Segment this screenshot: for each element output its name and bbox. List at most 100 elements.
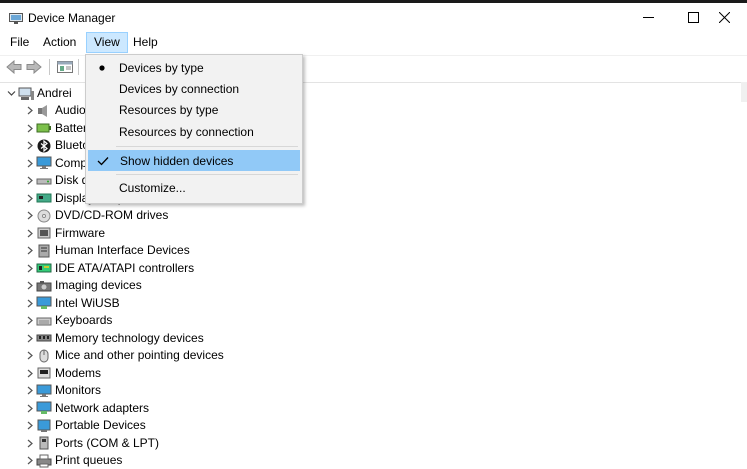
menu-item-label: Resources by connection [119, 125, 254, 139]
tree-category-row[interactable]: Imaging devices [23, 277, 142, 294]
tree-category-row[interactable]: Firmware [23, 225, 105, 242]
menu-action[interactable]: Action [36, 33, 83, 52]
checkmark-icon [96, 153, 110, 169]
tree-category-label: DVD/CD-ROM drives [55, 208, 169, 222]
tree-category-label: Ports (COM & LPT) [55, 435, 160, 450]
hid-icon [36, 244, 52, 258]
expand-chevron-icon[interactable] [23, 277, 35, 294]
expand-chevron-icon[interactable] [23, 102, 35, 119]
close-button[interactable] [701, 3, 747, 31]
tree-category-row[interactable]: Modems [23, 365, 101, 382]
minimize-button[interactable] [625, 3, 671, 31]
tree-category-label: Print queues [55, 453, 123, 467]
menu-help[interactable]: Help [126, 33, 165, 52]
tree-category-row[interactable]: Ports (COM & LPT) [23, 435, 159, 452]
ide-icon [36, 261, 52, 275]
menu-item-show-hidden-devices[interactable]: Show hidden devices [88, 150, 300, 171]
maximize-icon [687, 11, 699, 23]
menu-item-resources-by-type[interactable]: Resources by type [88, 100, 300, 121]
tree-category-row[interactable]: Network adapters [23, 400, 149, 417]
tree-category-label: Memory technology devices [55, 330, 204, 345]
bluetooth-icon [36, 139, 52, 153]
bullet-icon [95, 60, 109, 76]
menu-item-devices-by-connection[interactable]: Devices by connection [88, 79, 300, 100]
expand-chevron-icon[interactable] [23, 417, 35, 434]
root-label: Andrei [37, 86, 72, 100]
camera-icon [36, 279, 52, 293]
menu-item-label: Devices by connection [119, 82, 240, 96]
expand-chevron-icon[interactable] [23, 172, 35, 189]
tree-category-label: Human Interface Devices [55, 243, 190, 257]
tree-category-label: Portable Devices [55, 418, 146, 432]
toolbar-separator [78, 59, 79, 75]
expand-chevron-icon[interactable] [23, 330, 35, 347]
network-icon [36, 296, 52, 310]
tree-category-row[interactable]: Human Interface Devices [23, 242, 190, 259]
tree-category-label: Monitors [55, 383, 102, 397]
menu-item-customize[interactable]: Customize... [88, 178, 300, 199]
toolbar-separator [49, 59, 50, 75]
close-icon [718, 11, 730, 23]
menu-separator [116, 146, 298, 147]
battery-icon [36, 121, 52, 135]
tree-category-row[interactable]: Monitors [23, 382, 101, 399]
disk-icon [36, 174, 52, 188]
expand-chevron-icon[interactable] [23, 365, 35, 382]
expand-chevron-icon[interactable] [23, 312, 35, 329]
back-arrow-icon [6, 60, 22, 74]
tree-category-row[interactable]: Memory technology devices [23, 330, 204, 347]
printer-icon [36, 454, 52, 468]
tree-category-row[interactable]: Print queues [23, 452, 122, 469]
expand-chevron-icon[interactable] [23, 225, 35, 242]
menu-item-label: Resources by type [119, 103, 219, 117]
collapse-chevron-icon[interactable] [5, 85, 17, 102]
menu-separator [116, 174, 298, 175]
firmware-icon [36, 226, 52, 240]
tree-category-label: Keyboards [55, 313, 113, 327]
expand-chevron-icon[interactable] [23, 435, 35, 452]
display-adapter-icon [36, 191, 52, 205]
menu-item-devices-by-type[interactable]: Devices by type [88, 58, 300, 79]
expand-chevron-icon[interactable] [23, 137, 35, 154]
menu-file[interactable]: File [3, 33, 36, 52]
properties-icon [57, 61, 73, 73]
expand-chevron-icon[interactable] [23, 400, 35, 417]
tree-category-row[interactable]: DVD/CD-ROM drives [23, 207, 168, 224]
expand-chevron-icon[interactable] [23, 452, 35, 469]
tree-category-row[interactable]: IDE ATA/ATAPI controllers [23, 260, 194, 277]
properties-button[interactable] [56, 59, 74, 75]
monitor-icon [36, 156, 52, 170]
tree-category-row[interactable]: Portable Devices [23, 417, 146, 434]
tree-category-row[interactable]: Mice and other pointing devices [23, 347, 224, 364]
monitor-icon [36, 384, 52, 398]
expand-chevron-icon[interactable] [23, 190, 35, 207]
back-button[interactable] [5, 59, 23, 75]
menu-item-resources-by-connection[interactable]: Resources by connection [88, 122, 300, 143]
tree-root[interactable]: Andrei [5, 85, 72, 102]
menu-item-label: Customize... [119, 181, 186, 195]
expand-chevron-icon[interactable] [23, 155, 35, 172]
expand-chevron-icon[interactable] [23, 207, 35, 224]
expand-chevron-icon[interactable] [23, 347, 35, 364]
portable-icon [36, 419, 52, 433]
modem-icon [36, 366, 52, 380]
forward-arrow-icon [26, 60, 42, 74]
tree-category-label: Modems [55, 365, 102, 380]
scrollbar[interactable] [741, 82, 747, 102]
computer-icon [18, 87, 34, 101]
tree-category-row[interactable]: Intel WiUSB [23, 295, 120, 312]
expand-chevron-icon[interactable] [23, 260, 35, 277]
menu-item-label: Devices by type [119, 61, 204, 75]
menu-item-label: Show hidden devices [120, 154, 234, 168]
tree-category-row[interactable]: Keyboards [23, 312, 112, 329]
expand-chevron-icon[interactable] [23, 295, 35, 312]
window-title: Device Manager [28, 11, 116, 25]
menu-view[interactable]: View [86, 32, 128, 53]
expand-chevron-icon[interactable] [23, 382, 35, 399]
tree-category-label: Mice and other pointing devices [55, 348, 224, 362]
expand-chevron-icon[interactable] [23, 120, 35, 137]
device-manager-icon [9, 13, 23, 24]
tree-category-label: Network adapters [55, 400, 150, 415]
forward-button[interactable] [25, 59, 43, 75]
expand-chevron-icon[interactable] [23, 242, 35, 259]
